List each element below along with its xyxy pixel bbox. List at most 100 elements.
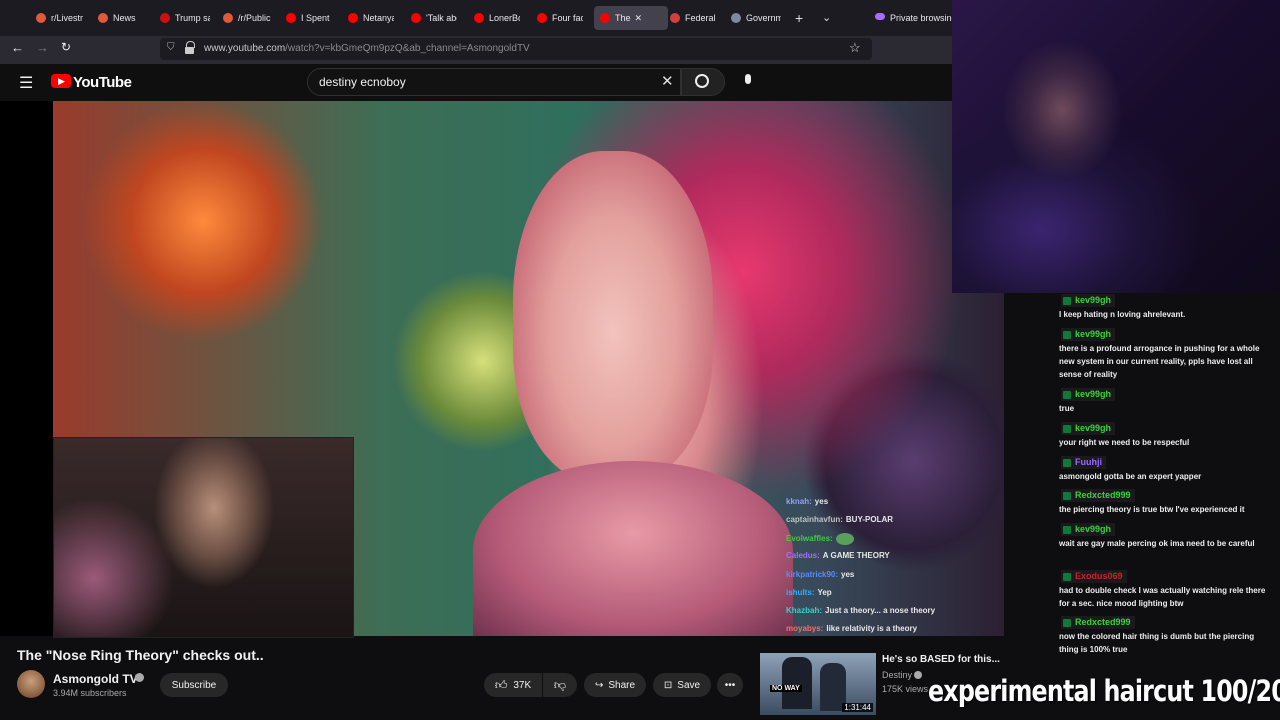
tab-label: Federal (685, 13, 716, 23)
chat-badge-icon (1063, 330, 1071, 339)
share-button[interactable]: ↪ Share (584, 673, 646, 697)
more-horizontal-icon: ••• (724, 679, 736, 691)
browser-tab[interactable]: 'Talk abo (411, 6, 457, 30)
stream-chat-user: ishults: (786, 588, 815, 597)
share-label: Share (608, 679, 636, 691)
dislike-button[interactable]: 👎︎ (543, 673, 577, 697)
tab-favicon-icon (474, 13, 484, 23)
browser-tab[interactable]: Four fact (537, 6, 583, 30)
url-path: /watch?v=kbGmeQm9pzQ&ab_channel=Asmongol… (285, 43, 530, 54)
chat-badge-icon (1063, 572, 1071, 581)
stream-chat-user: Evolwaffles: (786, 534, 833, 544)
chat-username-text: Redxcted999 (1075, 490, 1131, 500)
subscriber-count: 3.94M subscribers (53, 688, 127, 698)
clear-search-icon[interactable]: ✕ (661, 72, 674, 90)
browser-tab[interactable]: Netanyah (348, 6, 394, 30)
microphone-icon[interactable] (745, 74, 751, 84)
chat-username[interactable]: kev99gh (1061, 388, 1116, 401)
streamer-camera (952, 0, 1280, 293)
chat-message-text: wait are gay male percing ok ima need to… (1059, 539, 1255, 548)
stream-chat-message: Khazbah: Just a theory... a nose theory (786, 606, 935, 615)
chat-message-text: asmongold gotta be an expert yapper (1059, 472, 1202, 481)
stream-chat-user: kknah: (786, 497, 812, 506)
browser-tab[interactable]: Trump sa (160, 6, 210, 30)
chat-username[interactable]: Redxcted999 (1061, 489, 1135, 502)
tab-list-chevron-icon[interactable]: ⌄ (822, 11, 831, 24)
lock-body (185, 47, 194, 54)
hamburger-menu-icon[interactable]: ☰ (19, 73, 33, 93)
browser-tab[interactable]: /r/Public (223, 6, 273, 30)
chat-username-text: Fuuhji (1075, 457, 1102, 467)
private-browsing-label: Private browsing (890, 13, 957, 23)
subscribe-button[interactable]: Subscribe (160, 673, 228, 697)
tab-label: Governm (746, 13, 781, 23)
chat-username-text: kev99gh (1075, 423, 1112, 433)
browser-tab[interactable]: Federal (670, 6, 718, 30)
related-video-channel[interactable]: Destiny (882, 670, 912, 680)
tab-label: Four fact (552, 13, 583, 23)
browser-tab[interactable]: LonerBo (474, 6, 520, 30)
stream-chat-message: Evolwaffles: (786, 533, 854, 545)
tab-label: Trump sa (175, 13, 210, 23)
chat-message-text: there is a profound arrogance in pushing… (1059, 344, 1260, 379)
chat-username[interactable]: Exodus069 (1061, 570, 1127, 583)
reload-icon[interactable]: ↻ (61, 40, 71, 54)
more-actions-button[interactable]: ••• (717, 673, 743, 697)
tab-label: r/Livestr (51, 13, 84, 23)
chat-username[interactable]: kev99gh (1061, 328, 1116, 341)
chat-message-text: the piercing theory is true btw I've exp… (1059, 505, 1245, 514)
browser-tab[interactable]: r/Livestr (36, 6, 84, 30)
chat-message-text: true (1059, 404, 1075, 413)
chat-username[interactable]: Redxcted999 (1061, 616, 1135, 629)
chat-username-text: kev99gh (1075, 295, 1112, 305)
close-tab-icon[interactable]: ✕ (635, 13, 643, 24)
shield-icon[interactable]: ⛉ (167, 42, 175, 53)
tab-favicon-icon (670, 13, 680, 23)
browser-tab[interactable]: The ✕ (594, 6, 668, 30)
browser-tab[interactable]: News (98, 6, 143, 30)
chat-badge-icon (1063, 491, 1071, 500)
tab-label: The (615, 13, 631, 23)
chat-message-text: had to double check I was actually watch… (1059, 586, 1266, 608)
forward-arrow-icon[interactable]: → (36, 40, 49, 55)
chat-badge-icon (1063, 458, 1071, 467)
chat-username[interactable]: Fuuhji (1061, 456, 1106, 469)
search-icon (695, 74, 709, 88)
tab-label: 'Talk abo (426, 13, 457, 23)
chat-username[interactable]: kev99gh (1061, 523, 1116, 536)
chat-username[interactable]: kev99gh (1061, 294, 1116, 307)
tab-favicon-icon (36, 13, 46, 23)
related-video-thumbnail[interactable]: NO WAY 1:31:44 (760, 653, 876, 715)
tab-favicon-icon (348, 13, 358, 23)
thumb-caption: NO WAY (770, 685, 802, 692)
stream-chat-text: A GAME THEORY (822, 551, 890, 560)
save-button[interactable]: ⊡ Save (653, 673, 711, 697)
chat-username-text: kev99gh (1075, 524, 1112, 534)
stream-chat-message: ishults: Yep (786, 588, 832, 597)
bookmark-star-icon[interactable]: ☆ (849, 40, 861, 56)
chat-username[interactable]: kev99gh (1061, 422, 1116, 435)
chat-message-text: I keep hating n loving ahrelevant. (1059, 310, 1186, 319)
url-domain: www.youtube.com (204, 43, 286, 54)
browser-tab[interactable]: Governm (731, 6, 781, 30)
chat-message-text: your right we need to be respecful (1059, 438, 1190, 447)
verified-icon (135, 673, 144, 682)
related-video-title[interactable]: He's so BASED for this... (882, 654, 1000, 665)
play-triangle-icon: ▶ (58, 76, 65, 86)
back-arrow-icon[interactable]: ← (11, 40, 24, 55)
youtube-logo-text[interactable]: YouTube (73, 74, 132, 91)
share-icon: ↪ (594, 679, 604, 691)
stream-chat-text: yes (841, 570, 855, 579)
streamer-webcam-overlay (53, 437, 354, 638)
new-tab-icon[interactable]: + (795, 10, 803, 26)
channel-name[interactable]: Asmongold TV (53, 672, 138, 686)
like-button[interactable]: 👍︎ 37K (484, 673, 542, 697)
stream-chat-text: like relativity is a theory (826, 624, 918, 633)
url-text[interactable]: www.youtube.com/watch?v=kbGmeQm9pzQ&ab_c… (204, 43, 530, 54)
stream-chat-message: captainhavfun: BUY-POLAR (786, 515, 893, 524)
browser-tab[interactable]: I Spent ( (286, 6, 332, 30)
tab-label: Netanyah (363, 13, 394, 23)
chat-username-text: kev99gh (1075, 329, 1112, 339)
channel-avatar[interactable] (17, 670, 45, 698)
tab-label: LonerBo (489, 13, 520, 23)
